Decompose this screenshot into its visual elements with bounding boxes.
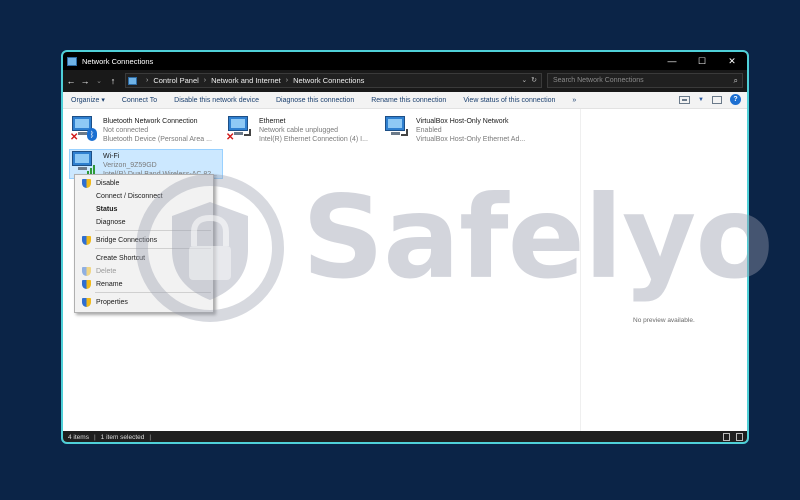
layout-toggles — [723, 433, 743, 441]
up-arrow-icon[interactable]: ↑ — [107, 76, 119, 86]
breadcrumb-network-connections[interactable]: Network Connections — [293, 76, 364, 85]
connect-to-button[interactable]: Connect To — [122, 97, 157, 104]
connection-name: VirtualBox Host-Only Network — [416, 118, 509, 125]
menu-item-label: Rename — [96, 280, 123, 288]
context-menu: Disable Connect / Disconnect Status Diag… — [74, 174, 214, 313]
menu-item-diagnose[interactable]: Diagnose — [75, 216, 213, 228]
maximize-button[interactable]: ☐ — [687, 56, 717, 67]
signal-bars-icon — [87, 165, 96, 174]
connection-status: Not connected — [103, 127, 149, 134]
connection-device: VirtualBox Host-Only Ethernet Ad... — [416, 136, 526, 143]
menu-item-label: Properties — [96, 298, 128, 306]
connection-name: Bluetooth Network Connection — [103, 118, 198, 125]
uac-shield-icon — [82, 280, 91, 289]
preview-pane — [580, 109, 747, 431]
connection-device: Intel(R) Ethernet Connection (4) I... — [259, 136, 368, 143]
view-controls: ▼ ? — [679, 94, 741, 105]
rename-connection-button[interactable]: Rename this connection — [371, 97, 446, 104]
forward-arrow-icon[interactable]: → — [79, 76, 91, 86]
menu-item-label: Delete — [96, 267, 117, 275]
connection-name: Wi-Fi — [103, 153, 120, 160]
connection-status: Enabled — [416, 127, 442, 134]
menu-item-create-shortcut[interactable]: Create Shortcut — [75, 252, 213, 264]
connection-item-virtualbox[interactable]: VirtualBox Host-Only Network Enabled Vir… — [383, 115, 525, 144]
details-view-icon[interactable] — [723, 433, 730, 441]
connection-status: Network cable unplugged — [259, 127, 338, 134]
connection-device: Bluetooth Device (Personal Area ... — [103, 136, 212, 143]
back-arrow-icon[interactable]: ← — [65, 76, 77, 86]
menu-item-rename[interactable]: Rename — [75, 278, 213, 290]
connection-name: Ethernet — [259, 118, 286, 125]
view-status-button[interactable]: View status of this connection — [463, 97, 555, 104]
menu-item-label: Disable — [96, 179, 120, 187]
minimize-button[interactable]: — — [657, 56, 687, 66]
organize-menu[interactable]: Organize ▾ — [71, 96, 105, 104]
disconnected-x-icon: ✕ — [226, 132, 235, 143]
control-panel-icon — [128, 76, 137, 85]
more-commands-chevron-icon[interactable]: » — [572, 97, 576, 104]
bluetooth-icon: ᛒ — [87, 128, 97, 141]
status-separator: | — [149, 434, 152, 441]
menu-item-label: Status — [96, 205, 118, 213]
bluetooth-network-icon: ✕ ᛒ — [70, 115, 97, 143]
connection-item-bluetooth[interactable]: ✕ ᛒ Bluetooth Network Connection Not con… — [70, 115, 212, 144]
recent-locations-chevron-icon[interactable]: ⌄ — [93, 77, 105, 85]
uac-shield-icon — [82, 298, 91, 307]
search-icon: ⌕ — [733, 76, 738, 85]
menu-item-properties[interactable]: Properties — [75, 296, 213, 308]
preview-message: No preview available. — [633, 317, 695, 324]
menu-item-label: Bridge Connections — [96, 236, 158, 244]
uac-shield-icon — [82, 236, 91, 245]
selection-count: 1 item selected — [100, 434, 145, 441]
disable-device-button[interactable]: Disable this network device — [174, 97, 259, 104]
menu-item-bridge-connections[interactable]: Bridge Connections — [75, 234, 213, 246]
status-separator: | — [93, 434, 96, 441]
breadcrumb-chevron-icon[interactable]: › — [146, 77, 148, 84]
breadcrumb-network-and-internet[interactable]: Network and Internet — [211, 76, 281, 85]
diagnose-connection-button[interactable]: Diagnose this connection — [276, 97, 354, 104]
menu-item-label: Connect / Disconnect — [96, 192, 163, 200]
connection-item-ethernet[interactable]: ✕ Ethernet Network cable unplugged Intel… — [226, 115, 368, 144]
search-placeholder: Search Network Connections — [553, 77, 644, 84]
breadcrumb-control-panel[interactable]: Control Panel — [153, 76, 198, 85]
large-icons-view-icon[interactable] — [736, 433, 743, 441]
menu-item-connect-disconnect[interactable]: Connect / Disconnect — [75, 190, 213, 202]
breadcrumb-chevron-icon[interactable]: › — [204, 77, 206, 84]
uac-shield-icon — [82, 179, 91, 188]
ethernet-network-icon: ✕ — [226, 115, 253, 143]
menu-separator — [95, 230, 211, 231]
menu-item-delete: Delete — [75, 265, 213, 277]
title-bar: Network Connections — ☐ ✕ — [63, 52, 747, 70]
connection-status: Verizon_9Z59GD — [103, 162, 157, 169]
address-dropdown-and-refresh-icon[interactable]: ⌄ ↻ — [521, 76, 537, 84]
breadcrumb-chevron-icon[interactable]: › — [286, 77, 288, 84]
preview-pane-icon[interactable] — [712, 95, 722, 104]
close-button[interactable]: ✕ — [717, 56, 747, 67]
menu-separator — [95, 292, 211, 293]
window-title: Network Connections — [82, 56, 154, 66]
disconnected-x-icon: ✕ — [70, 132, 79, 143]
menu-item-label: Create Shortcut — [96, 254, 146, 262]
address-field[interactable]: › Control Panel › Network and Internet ›… — [125, 73, 542, 88]
menu-item-label: Diagnose — [96, 218, 126, 226]
address-bar: ← → ⌄ ↑ › Control Panel › Network and In… — [63, 70, 747, 92]
menu-item-status[interactable]: Status — [75, 203, 213, 215]
help-icon[interactable]: ? — [730, 94, 741, 105]
network-connections-icon — [67, 56, 77, 66]
uac-shield-icon — [82, 267, 91, 276]
menu-separator — [95, 248, 211, 249]
view-dropdown-icon[interactable]: ▼ — [698, 97, 704, 103]
change-view-icon[interactable] — [679, 95, 691, 104]
virtualbox-network-icon — [383, 115, 410, 143]
command-bar: Organize ▾ Connect To Disable this netwo… — [63, 92, 747, 109]
menu-item-disable[interactable]: Disable — [75, 177, 213, 189]
item-count: 4 items — [68, 434, 89, 441]
status-bar: 4 items | 1 item selected | — [63, 431, 747, 442]
search-input[interactable]: Search Network Connections ⌕ — [547, 73, 743, 88]
